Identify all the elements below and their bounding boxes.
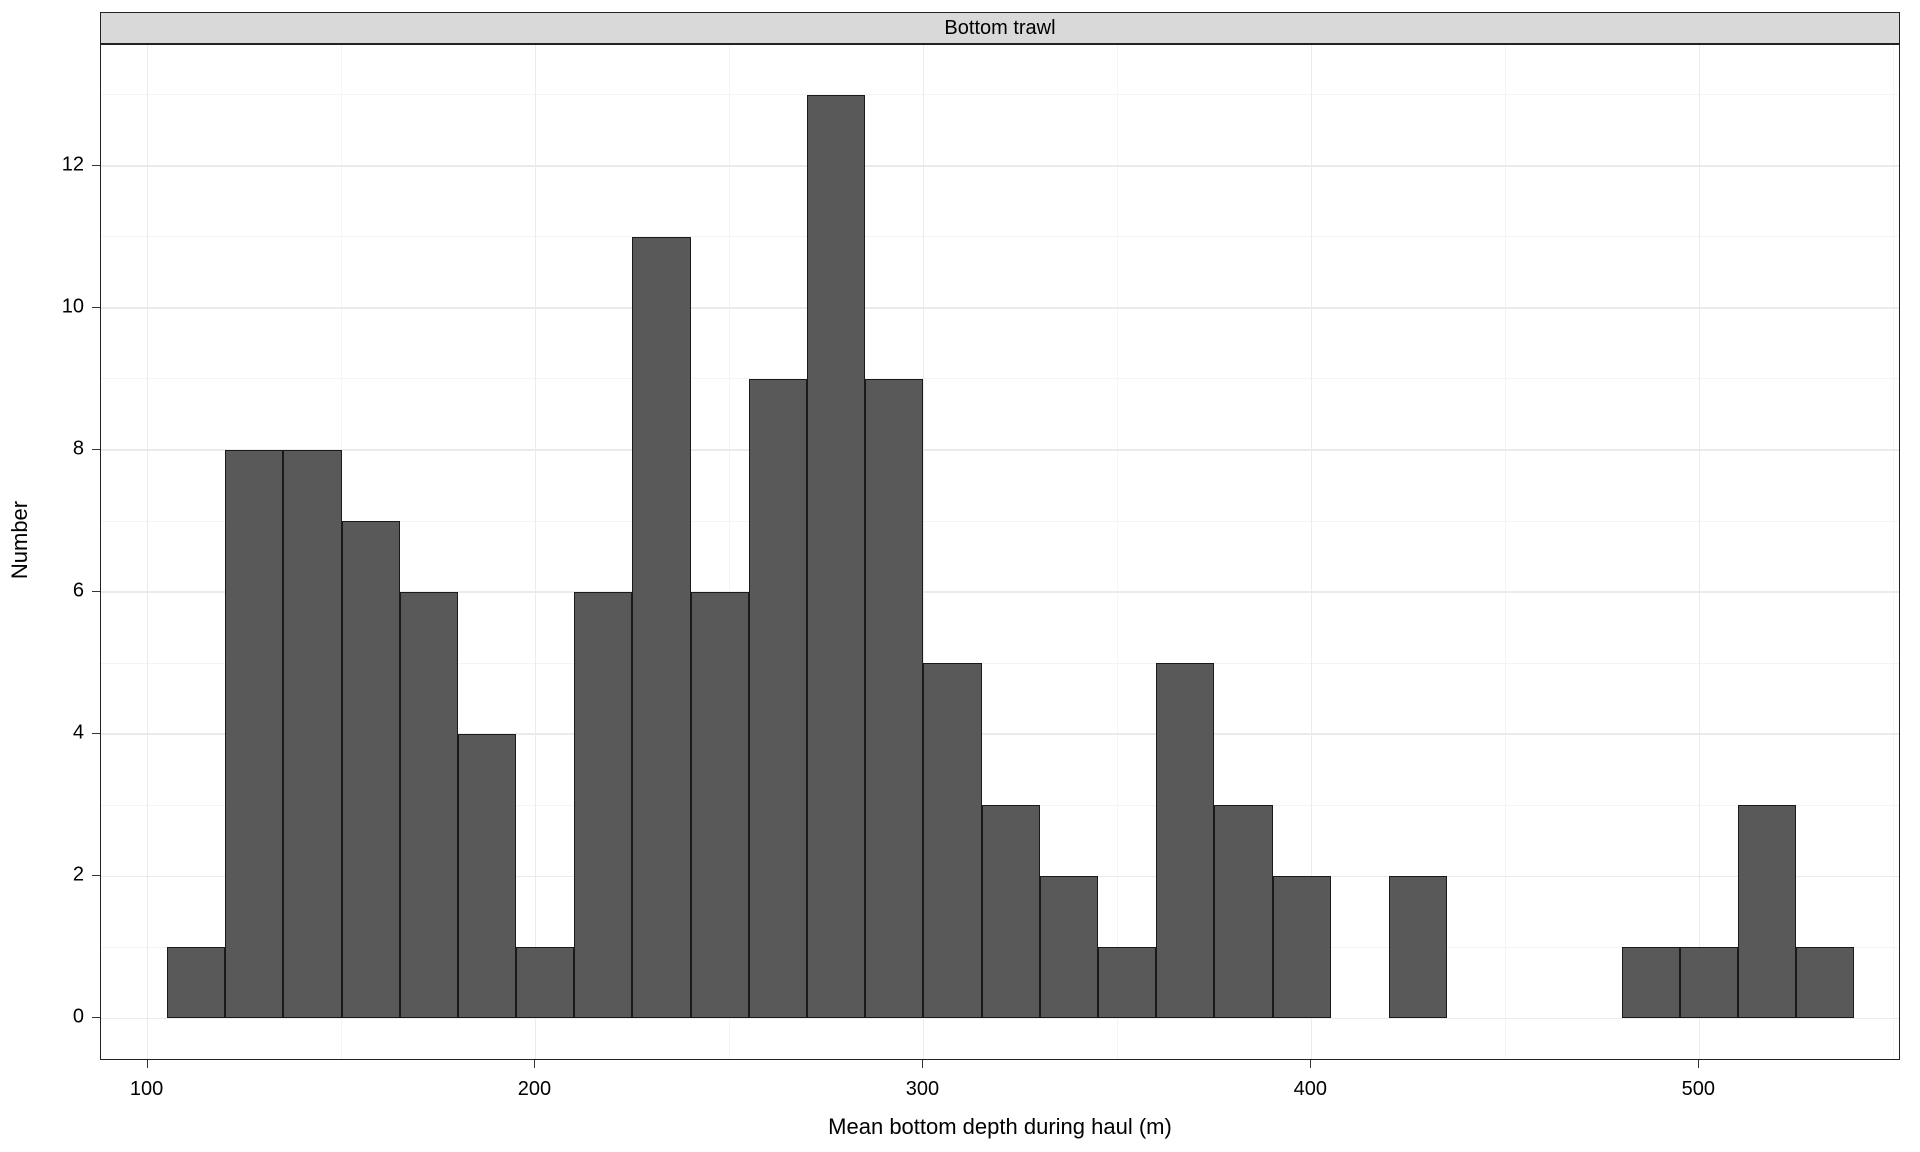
grid-major-h xyxy=(101,449,1899,451)
grid-minor-h xyxy=(101,94,1899,95)
histogram-bar xyxy=(865,379,923,1018)
y-tick-labels: 0 2 4 6 8 10 12 xyxy=(40,0,88,1080)
x-tick-label: 300 xyxy=(906,1078,939,1101)
facet-label: Bottom trawl xyxy=(944,17,1055,40)
y-tick-mark xyxy=(92,307,100,308)
grid-minor-h xyxy=(101,236,1899,237)
grid-major-h xyxy=(101,165,1899,167)
histogram-bar xyxy=(807,95,865,1019)
histogram-bar xyxy=(283,450,341,1018)
histogram-bar xyxy=(1214,805,1272,1018)
y-tick-label: 4 xyxy=(40,722,84,745)
histogram-bar xyxy=(749,379,807,1018)
grid-major-v xyxy=(535,45,537,1059)
grid-major-v xyxy=(1699,45,1701,1059)
y-tick-mark xyxy=(92,733,100,734)
x-tick-label: 200 xyxy=(518,1078,551,1101)
histogram-bar xyxy=(1098,947,1156,1018)
histogram-bar xyxy=(1273,876,1331,1018)
x-tick-labels: 100 200 300 400 500 xyxy=(0,1078,1920,1106)
plot-area xyxy=(100,44,1900,1060)
histogram-bar xyxy=(1156,663,1214,1018)
histogram-bar xyxy=(691,592,749,1018)
y-tick-mark xyxy=(92,875,100,876)
x-tick-mark xyxy=(1310,1060,1311,1068)
histogram-bar xyxy=(167,947,225,1018)
histogram-bar xyxy=(1622,947,1680,1018)
y-tick-label: 8 xyxy=(40,437,84,460)
histogram-bar xyxy=(400,592,458,1018)
histogram-bar xyxy=(1040,876,1098,1018)
histogram-bar xyxy=(1738,805,1796,1018)
facet-strip: Bottom trawl xyxy=(100,12,1900,44)
grid-major-h xyxy=(101,307,1899,309)
y-tick-mark xyxy=(92,591,100,592)
y-tick-label: 12 xyxy=(40,153,84,176)
histogram-bar xyxy=(458,734,516,1018)
histogram-bar xyxy=(574,592,632,1018)
grid-minor-v xyxy=(1505,45,1506,1059)
x-tick-mark xyxy=(534,1060,535,1068)
histogram-bar xyxy=(342,521,400,1018)
x-axis-title: Mean bottom depth during haul (m) xyxy=(100,1114,1900,1140)
y-axis-title: Number xyxy=(6,0,34,1080)
histogram-bar xyxy=(1389,876,1447,1018)
y-tick-mark xyxy=(92,449,100,450)
y-tick-label: 6 xyxy=(40,580,84,603)
y-tick-label: 0 xyxy=(40,1006,84,1029)
histogram-bar xyxy=(632,237,690,1019)
histogram-bar xyxy=(982,805,1040,1018)
histogram-bar xyxy=(1796,947,1854,1018)
histogram-bar xyxy=(225,450,283,1018)
y-tick-label: 10 xyxy=(40,295,84,318)
x-tick-label: 400 xyxy=(1294,1078,1327,1101)
grid-major-v xyxy=(147,45,149,1059)
grid-minor-v xyxy=(1893,45,1894,1059)
y-axis-title-text: Number xyxy=(7,501,33,579)
x-tick-mark xyxy=(1698,1060,1699,1068)
chart-figure: Number 0 2 4 6 8 10 12 Bottom trawl 100 200 300 4… xyxy=(0,0,1920,1152)
x-tick-mark xyxy=(147,1060,148,1068)
histogram-bar xyxy=(923,663,981,1018)
x-tick-mark xyxy=(922,1060,923,1068)
y-tick-label: 2 xyxy=(40,864,84,887)
histogram-bar xyxy=(516,947,574,1018)
grid-minor-v xyxy=(1117,45,1118,1059)
grid-minor-h xyxy=(101,378,1899,379)
y-tick-mark xyxy=(92,1017,100,1018)
y-tick-mark xyxy=(92,165,100,166)
x-tick-label: 500 xyxy=(1682,1078,1715,1101)
histogram-bar xyxy=(1680,947,1738,1018)
x-tick-label: 100 xyxy=(130,1078,163,1101)
